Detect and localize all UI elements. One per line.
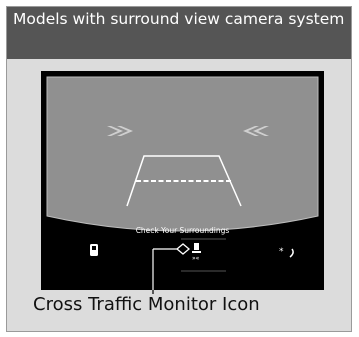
callout-line-outer: [152, 290, 154, 294]
callout-label: Cross Traffic Monitor Icon: [33, 294, 260, 315]
figure-panel: Models with surround view camera system: [6, 6, 352, 332]
